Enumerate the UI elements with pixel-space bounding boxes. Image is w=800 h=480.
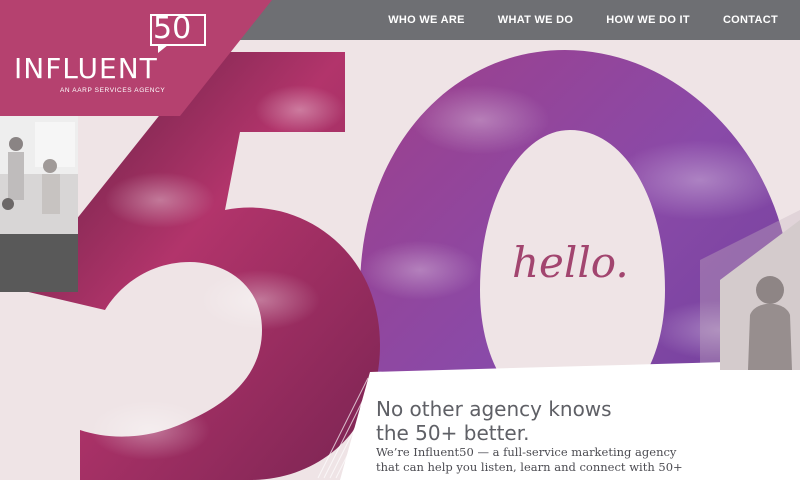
logo-wordmark[interactable]: INFLUENT xyxy=(14,52,158,85)
hero-body: We’re Influent50 — a full-service market… xyxy=(376,445,776,475)
nav-who-we-are[interactable]: WHO WE ARE xyxy=(388,14,465,26)
headline-line-1: No other agency knows xyxy=(376,397,612,421)
hero-headline: No other agency knows the 50+ better. xyxy=(376,397,796,445)
logo-badge-number: 50 xyxy=(153,11,192,46)
nav-contact[interactable]: CONTACT xyxy=(723,14,778,26)
office-photo xyxy=(0,114,78,292)
body-line-2: that can help you listen, learn and conn… xyxy=(376,460,683,474)
logo-tagline: AN AARP SERVICES AGENCY xyxy=(60,87,166,94)
nav-what-we-do[interactable]: WHAT WE DO xyxy=(498,14,574,26)
headline-line-2: the 50+ better. xyxy=(376,421,530,445)
silhouette-photo xyxy=(720,220,800,370)
nav-how-we-do-it[interactable]: HOW WE DO IT xyxy=(606,14,690,26)
hello-text: hello. xyxy=(512,238,629,287)
main-nav: WHO WE ARE WHAT WE DO HOW WE DO IT CONTA… xyxy=(388,0,800,40)
body-line-1: We’re Influent50 — a full-service market… xyxy=(376,445,677,459)
